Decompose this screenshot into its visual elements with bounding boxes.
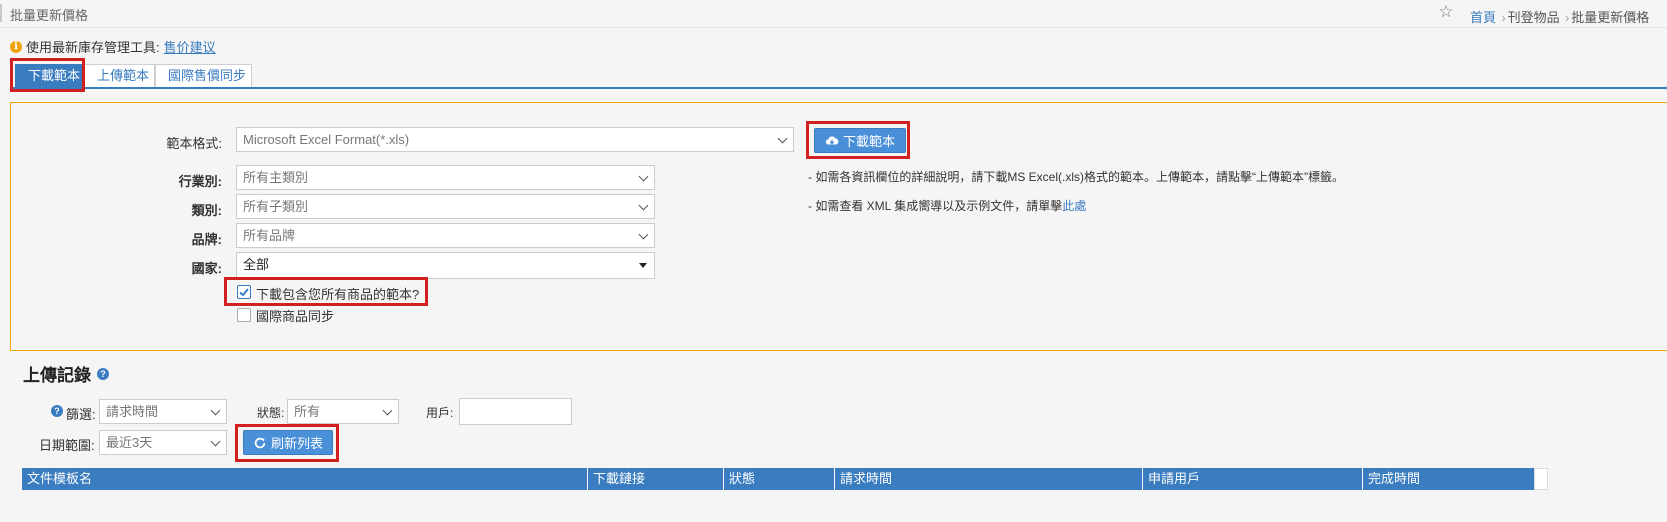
include-all-products-checkbox[interactable] — [237, 285, 251, 299]
industry-label: 行業別: — [178, 174, 222, 189]
upload-records-heading: 上傳記錄 — [23, 366, 91, 385]
notice-text: 使用最新庫存管理工具: — [26, 40, 160, 55]
chevron-down-icon — [777, 133, 788, 144]
format-label: 範本格式: — [166, 136, 222, 151]
chevron-down-icon — [638, 229, 649, 240]
tab-underline — [10, 87, 1667, 89]
filter-select-value: 請求時間 — [106, 404, 159, 419]
country-select-value: 全部 — [243, 257, 270, 272]
breadcrumb-level2[interactable]: 刊登物品 — [1508, 10, 1560, 25]
country-select[interactable]: 全部 — [236, 252, 655, 279]
xml-guide-link[interactable]: 此處 — [1062, 199, 1086, 213]
column-header-template-name[interactable]: 文件模板名 — [22, 468, 588, 490]
brand-select-value: 所有品牌 — [243, 228, 296, 243]
price-suggestion-link[interactable]: 售价建议 — [164, 37, 216, 56]
user-input[interactable] — [459, 398, 572, 425]
cloud-download-icon — [825, 135, 839, 144]
international-sync-checkbox[interactable] — [237, 308, 251, 322]
breadcrumb-separator-icon: › — [1565, 11, 1570, 25]
chevron-down-icon — [638, 200, 649, 211]
tab-upload-template[interactable]: 上傳範本 — [84, 64, 155, 88]
refresh-button-label: 刷新列表 — [270, 436, 323, 451]
favorite-star-icon[interactable]: ☆ — [1437, 3, 1455, 21]
column-header-completion-time[interactable]: 完成時間 — [1363, 468, 1534, 490]
status-label: 狀態: — [257, 406, 285, 420]
info-icon: i — [10, 40, 22, 53]
inventory-tool-notice: i 使用最新庫存管理工具: 售价建议 — [10, 37, 216, 56]
top-bar: 批量更新價格 ☆ 首頁 › 刊登物品 › 批量更新價格 — [0, 0, 1667, 28]
filter-help-icon[interactable]: ? — [51, 405, 63, 417]
page-title: 批量更新價格 — [10, 8, 89, 23]
international-sync-label: 國際商品同步 — [256, 309, 335, 324]
tab-download-template[interactable]: 下載範本 — [15, 64, 83, 88]
date-range-select-value: 最近3天 — [106, 435, 153, 450]
format-select[interactable]: Microsoft Excel Format(*.xls) — [236, 127, 794, 152]
category-select-value: 所有子類別 — [243, 199, 309, 214]
filter-label: 篩選: — [66, 407, 96, 422]
column-header-request-time[interactable]: 請求時間 — [835, 468, 1143, 490]
column-header-download-link[interactable]: 下載鏈接 — [588, 468, 724, 490]
chevron-down-icon — [210, 405, 221, 416]
refresh-list-button[interactable]: 刷新列表 — [243, 430, 333, 455]
format-select-value: Microsoft Excel Format(*.xls) — [243, 132, 410, 147]
chevron-down-icon — [210, 436, 221, 447]
hint-excel-details: - 如需各資訊欄位的詳細說明，請下載MS Excel(.xls)格式的範本。上傳… — [808, 170, 1344, 184]
country-label: 國家: — [191, 261, 222, 276]
breadcrumb-current: 批量更新價格 — [1571, 10, 1650, 25]
status-select-value: 所有 — [294, 404, 321, 419]
refresh-icon — [254, 437, 266, 448]
table-scrollbar-gutter — [1534, 468, 1548, 490]
breadcrumb: 首頁 › 刊登物品 › 批量更新價格 — [1470, 7, 1649, 26]
brand-select[interactable]: 所有品牌 — [236, 223, 655, 248]
download-button-label: 下載範本 — [842, 134, 895, 149]
filter-select[interactable]: 請求時間 — [99, 399, 227, 424]
user-label: 用戶: — [426, 406, 454, 420]
column-header-status[interactable]: 狀態 — [724, 468, 835, 490]
title-accent — [0, 4, 2, 22]
category-label: 類別: — [191, 203, 222, 218]
include-all-products-label: 下載包含您所有商品的範本? — [256, 287, 420, 302]
upload-records-table-header: 文件模板名 下載鏈接 狀態 請求時間 申請用戶 完成時間 — [22, 468, 1534, 490]
help-icon[interactable]: ? — [97, 367, 109, 380]
date-range-select[interactable]: 最近3天 — [99, 430, 227, 455]
breadcrumb-separator-icon: › — [1501, 11, 1506, 25]
chevron-down-icon — [382, 405, 393, 416]
date-range-label: 日期範圍: — [39, 438, 95, 453]
checkmark-icon — [239, 288, 249, 297]
brand-label: 品牌: — [191, 232, 222, 247]
hint-xml-guide: - 如需查看 XML 集成嚮導以及示例文件，請單擊此處 — [808, 197, 1086, 214]
industry-select[interactable]: 所有主類別 — [236, 165, 655, 190]
tab-international-price-sync[interactable]: 國際售價同步 — [155, 64, 252, 88]
category-select[interactable]: 所有子類別 — [236, 194, 655, 219]
download-template-button[interactable]: 下載範本 — [814, 128, 906, 153]
industry-select-value: 所有主類別 — [243, 170, 309, 185]
chevron-down-icon — [638, 171, 649, 182]
breadcrumb-home-link[interactable]: 首頁 — [1470, 10, 1496, 25]
status-select[interactable]: 所有 — [287, 399, 399, 424]
upload-records-title: 上傳記錄 ? — [23, 361, 109, 386]
hint-xml-text: - 如需查看 XML 集成嚮導以及示例文件，請單擊 — [808, 199, 1063, 213]
caret-down-icon — [639, 263, 647, 268]
column-header-requesting-user[interactable]: 申請用戶 — [1143, 468, 1363, 490]
